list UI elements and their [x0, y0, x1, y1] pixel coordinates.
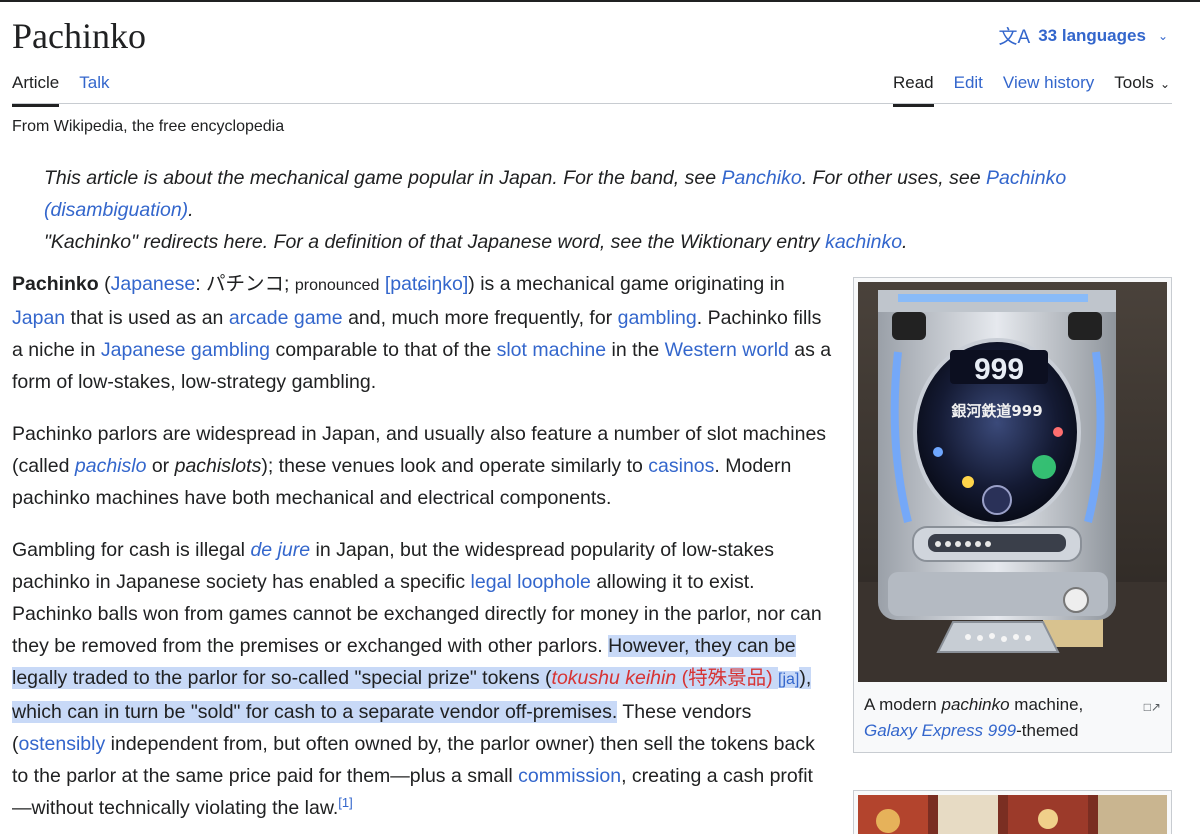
site-tagline: From Wikipedia, the free encyclopedia: [12, 118, 285, 135]
link-japanese[interactable]: Japanese: [111, 273, 196, 295]
link-casinos[interactable]: casinos: [648, 455, 714, 477]
link-de-jure[interactable]: de jure: [250, 539, 310, 561]
link-gambling[interactable]: gambling: [618, 307, 697, 329]
link-legal-loophole[interactable]: legal loophole: [471, 571, 591, 593]
pachinko-parlor-illustration: [858, 795, 1167, 834]
link-panchiko[interactable]: Panchiko: [721, 167, 801, 189]
tools-label: Tools: [1114, 73, 1154, 92]
link-ipa[interactable]: [patɕiŋko]: [385, 273, 468, 295]
page-title: Pachinko: [12, 16, 146, 56]
link-japan[interactable]: Japan: [12, 307, 65, 329]
tools-menu[interactable]: Tools ⌄: [1114, 70, 1170, 107]
bold-term: Pachinko: [12, 273, 99, 295]
tab-read[interactable]: Read: [892, 70, 934, 107]
top-border: [0, 0, 1200, 2]
hatnote-text: "Kachinko" redirects here. For a definit…: [44, 231, 826, 253]
link-ja-interlanguage[interactable]: [ja]: [778, 671, 800, 688]
paragraph-3: Gambling for cash is illegal de jure in …: [12, 534, 832, 824]
machine-number: 999: [974, 353, 1024, 386]
pachinko-machine-illustration: 999 銀河鉄道999: [858, 282, 1167, 682]
caption-italic: pachinko: [941, 695, 1010, 714]
languages-label: 33 languages: [1038, 25, 1146, 45]
namespace-tabs: Article Talk: [12, 70, 109, 107]
tab-edit[interactable]: Edit: [954, 70, 983, 107]
infobox-figure: 999 銀河鉄道999 A modern pachinko machine, G…: [853, 277, 1172, 753]
caption-text: A modern: [864, 695, 942, 714]
article-body: Pachinko (Japanese: パチンコ; pronounced [pa…: [12, 268, 832, 834]
italic-term: pachislots: [174, 455, 262, 477]
text: Gambling for cash is illegal: [12, 539, 251, 561]
figure-caption: A modern pachinko machine, Galaxy Expres…: [858, 682, 1167, 744]
tab-view-history[interactable]: View history: [1003, 70, 1094, 107]
link-arcade-game[interactable]: arcade game: [229, 307, 343, 329]
chevron-down-icon: ⌄: [1157, 28, 1168, 43]
text: (: [98, 273, 111, 295]
view-tabs: Read Edit View history Tools ⌄: [892, 70, 1170, 107]
redlink-tokushu-keihin[interactable]: tokushu keihin: [551, 667, 677, 689]
link-western-world[interactable]: Western world: [665, 339, 789, 361]
text: that is used as an: [65, 307, 229, 329]
second-figure-photo[interactable]: [858, 795, 1167, 834]
chevron-down-icon: ⌄: [1159, 77, 1170, 91]
machine-logo: 銀河鉄道999: [951, 402, 1042, 420]
text: ) is a mechanical game originating in: [468, 273, 785, 295]
text: : パチンコ;: [195, 273, 295, 295]
link-pachislo[interactable]: pachislo: [75, 455, 147, 477]
caption-text: machine,: [1009, 695, 1084, 714]
second-figure: [853, 790, 1172, 834]
tab-divider: [12, 103, 1172, 104]
paragraph-1: Pachinko (Japanese: パチンコ; pronounced [pa…: [12, 268, 832, 398]
paragraph-2: Pachinko parlors are widespread in Japan…: [12, 418, 832, 514]
hatnote-text: This article is about the mechanical gam…: [44, 167, 722, 189]
hatnote-text: .: [188, 199, 194, 221]
languages-button[interactable]: 文A 33 languages ⌄: [999, 22, 1168, 49]
enlarge-icon[interactable]: □↗: [1144, 694, 1161, 720]
hatnote-line-2: "Kachinko" redirects here. For a definit…: [44, 226, 1134, 258]
link-kachinko[interactable]: kachinko: [825, 231, 902, 253]
hatnote-text: . For other uses, see: [801, 167, 986, 189]
text: ); these venues look and operate similar…: [261, 455, 649, 477]
text: or: [146, 455, 175, 477]
caption-text: -themed: [1016, 721, 1079, 740]
text: comparable to that of the: [270, 339, 497, 361]
tab-article[interactable]: Article: [12, 70, 60, 107]
text: in the: [606, 339, 665, 361]
link-slot-machine[interactable]: slot machine: [497, 339, 606, 361]
hatnote: This article is about the mechanical gam…: [44, 162, 1134, 258]
tab-talk[interactable]: Talk: [79, 70, 109, 107]
link-commission[interactable]: commission: [518, 765, 621, 787]
link-galaxy-express-999[interactable]: Galaxy Express 999: [864, 721, 1016, 740]
translate-icon: 文A: [998, 27, 1031, 48]
text: and, much more frequently, for: [342, 307, 618, 329]
hatnote-line-1: This article is about the mechanical gam…: [44, 162, 1134, 226]
pronounced-label: pronounced: [294, 277, 380, 294]
link-ostensibly[interactable]: ostensibly: [19, 733, 106, 755]
reference-1[interactable]: [1]: [338, 795, 352, 810]
hatnote-text: .: [902, 231, 908, 253]
link-japanese-gambling[interactable]: Japanese gambling: [101, 339, 270, 361]
pachinko-machine-photo[interactable]: 999 銀河鉄道999: [858, 282, 1167, 682]
redlink-kanji[interactable]: (特殊景品): [676, 667, 773, 689]
